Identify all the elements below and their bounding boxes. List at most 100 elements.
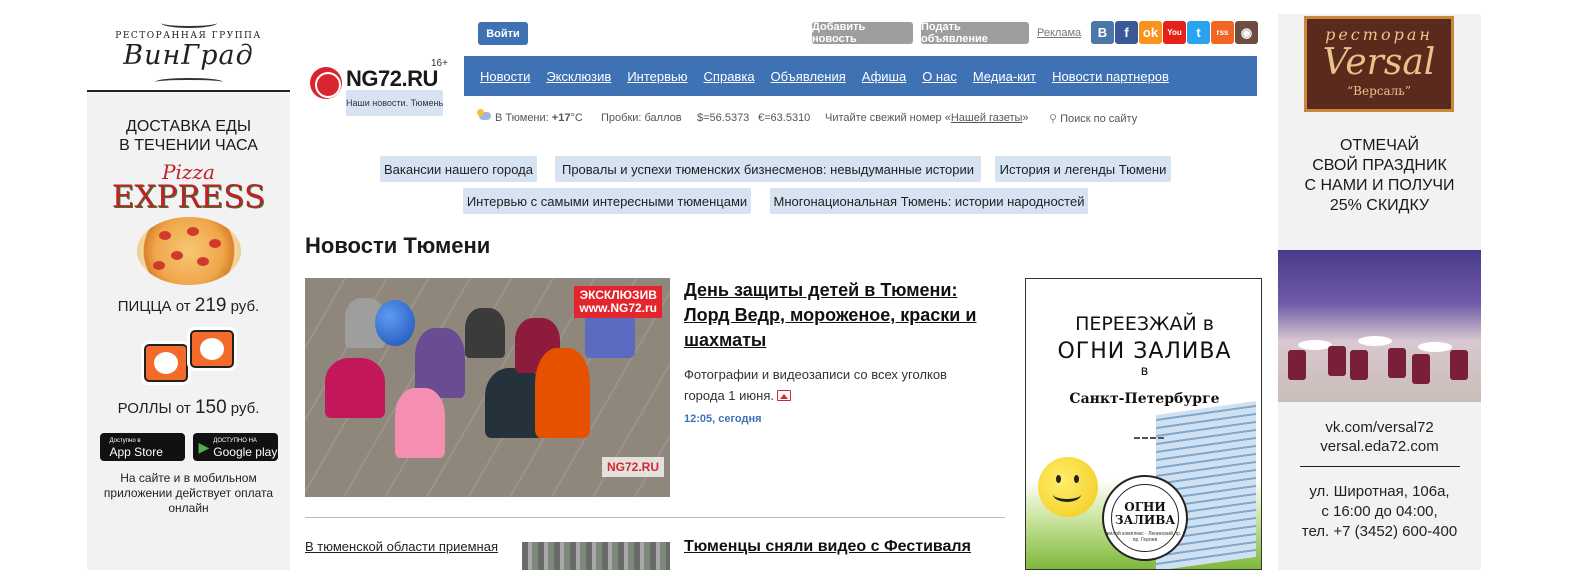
main-news-title[interactable]: День защиты детей в Тюмени: Лорд Ведр, м…	[684, 278, 1004, 353]
post-ad-button[interactable]: Подать объявление	[921, 21, 1029, 45]
versal-contacts: vk.com/versal72 versal.eda72.com	[1278, 418, 1481, 456]
delivery-line: В ТЕЧЕНИИ ЧАСА	[119, 137, 258, 154]
app-store-badge[interactable]: Доступно в App Store	[99, 433, 185, 461]
price-prefix: РОЛЛЫ от	[117, 400, 195, 417]
news-divider	[305, 517, 1005, 518]
newspaper-link[interactable]: Нашей газеты	[951, 112, 1023, 124]
twitter-icon[interactable]: t	[1187, 21, 1210, 44]
google-play-badge[interactable]: ▶ ДОСТУПНО НА Google play	[192, 433, 278, 461]
facebook-icon[interactable]: f	[1115, 21, 1138, 44]
vingrad-brand: ВинГрад	[123, 40, 254, 71]
price-value: 219	[194, 295, 227, 316]
play-icon: ▶	[198, 438, 210, 455]
nav-item[interactable]: Новости	[480, 69, 530, 84]
logo-tagline: Наши новости. Тюмень	[346, 90, 444, 116]
nav-item[interactable]: Афиша	[862, 69, 906, 84]
nav-item[interactable]: Объявления	[771, 69, 846, 84]
address-line: ул. Широтная, 106а,	[1309, 483, 1450, 500]
nav-item[interactable]: Справка	[704, 69, 755, 84]
age-rating: 16+	[431, 58, 448, 69]
offer-line: ОТМЕЧАЙ	[1339, 137, 1420, 154]
left-ad-banner[interactable]: РЕСТОРАННАЯ ГРУППА ВинГрад ДОСТАВКА ЕДЫ …	[87, 18, 290, 570]
topic-tag[interactable]: Вакансии нашего города	[380, 156, 537, 182]
nav-item[interactable]: Новости партнеров	[1052, 69, 1169, 84]
badge-line: www.NG72.ru	[579, 301, 657, 315]
smiley-sun-icon	[1038, 457, 1098, 517]
logo-ornament	[161, 18, 217, 28]
vk-icon[interactable]: B	[1091, 21, 1114, 44]
versal-offer: ОТМЕЧАЙ СВОЙ ПРАЗДНИК С НАМИ И ПОЛУЧИ 25…	[1278, 136, 1481, 216]
section-title: Новости Тюмени	[305, 233, 491, 258]
nav-item[interactable]: Медиа-кит	[973, 69, 1036, 84]
ogni-zaliva-ad[interactable]: ПЕРЕЕЗЖАЙ в ОГНИ ЗАЛИВА в Санкт-Петербур…	[1025, 278, 1262, 570]
ad-city: Санкт-Петербурге	[1069, 391, 1220, 407]
nav-item[interactable]: Интервью	[627, 69, 687, 84]
weather-widget[interactable]: В Тюмени: +17°C	[477, 109, 583, 124]
store-label: App Store	[109, 445, 163, 459]
balloon	[375, 300, 415, 346]
social-links: Bf ok You t rss ◉	[1091, 21, 1258, 44]
versal-address: ул. Широтная, 106а, с 16:00 до 04:00, те…	[1278, 482, 1481, 542]
usd-rate: $=56.5373	[697, 112, 750, 124]
versal-vk: vk.com/versal72	[1325, 419, 1434, 436]
traffic-widget[interactable]: Пробки: баллов	[601, 112, 682, 124]
ad-line: в	[1140, 364, 1149, 379]
topic-tag[interactable]: Многонациональная Тюмень: истории народн…	[770, 188, 1088, 214]
youtube-icon[interactable]: You	[1163, 21, 1186, 44]
contacts-divider	[1300, 466, 1460, 467]
newspaper-suffix: »	[1022, 112, 1029, 124]
photo-gallery-icon	[776, 390, 791, 401]
topic-tag[interactable]: Интервью с самыми интересными тюменцами	[463, 188, 751, 214]
exclusive-badge: ЭКСКЛЮЗИВ www.NG72.ru	[574, 286, 662, 318]
second-news-photo[interactable]	[522, 542, 670, 570]
seal-line: ЗАЛИВА	[1114, 513, 1176, 527]
photo-watermark: NG72.RU	[601, 457, 664, 477]
main-news-lead: Фотографии и видеозаписи со всех уголков…	[684, 364, 984, 406]
topic-tag[interactable]: История и легенды Тюмени	[995, 156, 1171, 182]
weather-temperature: +17	[551, 112, 571, 124]
seal-title: ОГНИ ЗАЛИВА	[1102, 501, 1188, 527]
search-placeholder: Поиск по сайту	[1060, 113, 1138, 125]
pizza-express-logo-express: EXPRESS	[111, 179, 266, 215]
price-suffix: руб.	[226, 298, 260, 315]
right-ad-banner[interactable]: ресторан Versal “Версаль” ОТМЕЧАЙ СВОЙ П…	[1278, 14, 1481, 570]
instagram-icon[interactable]: ◉	[1235, 21, 1258, 44]
rss-icon[interactable]: rss	[1211, 21, 1234, 44]
weather-label: В Тюмени:	[495, 112, 552, 124]
login-button[interactable]: Войти	[478, 22, 528, 45]
side-news-link[interactable]: В тюменской области приемная	[305, 539, 498, 554]
nav-item[interactable]: Эксклюзив	[546, 69, 611, 84]
search-icon: ⚲	[1049, 113, 1058, 125]
delivery-text: ДОСТАВКА ЕДЫ В ТЕЧЕНИИ ЧАСА	[87, 117, 290, 155]
delivery-line: ДОСТАВКА ЕДЫ	[126, 118, 251, 135]
offer-line: С НАМИ И ПОЛУЧИ	[1304, 177, 1455, 194]
offer-line: 25% СКИДКУ	[1329, 197, 1430, 214]
advertising-link[interactable]: Реклама	[1037, 27, 1081, 39]
pizza-image	[136, 217, 241, 285]
vingrad-logo: РЕСТОРАННАЯ ГРУППА ВинГрад	[87, 18, 290, 92]
price-prefix: ПИЦЦА от	[117, 298, 195, 315]
topic-tag[interactable]: Провалы и успехи тюменских бизнесменов: …	[555, 156, 981, 182]
rolls-image	[137, 327, 241, 387]
versal-site: versal.eda72.com	[1320, 438, 1439, 455]
second-news-title[interactable]: Тюменцы сняли видео с Фестиваля	[684, 538, 971, 556]
main-news-photo[interactable]: ЭКСКЛЮЗИВ www.NG72.ru NG72.RU	[305, 278, 670, 497]
offer-line: СВОЙ ПРАЗДНИК	[1312, 157, 1447, 174]
seal-ring-text: жилой комплекс · Ленинский пр. / пр. Гер…	[1106, 531, 1184, 543]
main-navigation: Новости Эксклюзив Интервью Справка Объявлени…	[464, 56, 1257, 96]
logo-ornament	[155, 78, 223, 86]
price-suffix: руб.	[226, 400, 260, 417]
versal-logo: ресторан Versal “Версаль”	[1304, 16, 1454, 112]
paper-plane-icon	[1134, 425, 1164, 439]
add-news-button[interactable]: Добавить новость	[812, 21, 913, 45]
versal-brand: Versal	[1322, 42, 1436, 83]
app-store-badges: Доступно в App Store ▶ ДОСТУПНО НА Google …	[87, 433, 290, 461]
newspaper-promo: Читайте свежий номер «Нашей газеты»	[825, 112, 1029, 124]
odnoklassniki-icon[interactable]: ok	[1139, 21, 1162, 44]
versal-brand-ru: “Версаль”	[1347, 84, 1411, 98]
site-search[interactable]: ⚲ Поиск по сайту	[1049, 112, 1137, 125]
payment-note: На сайте и в мобильном приложении действ…	[103, 471, 274, 515]
nav-item[interactable]: О нас	[922, 69, 957, 84]
main-news-time: 12:05, сегодня	[684, 413, 762, 425]
site-logo[interactable]: NG72.RU Наши новости. Тюмень 16+	[310, 58, 455, 116]
